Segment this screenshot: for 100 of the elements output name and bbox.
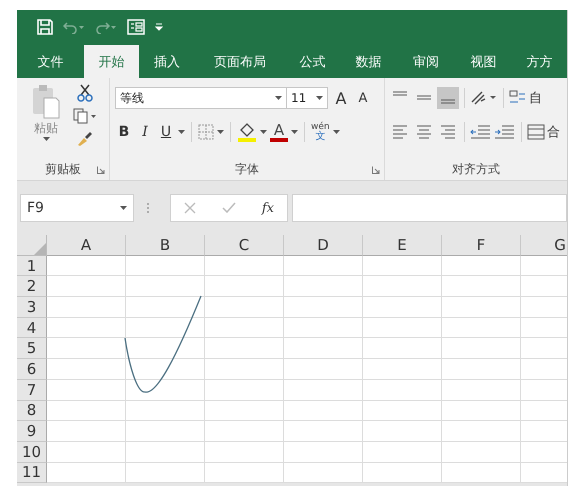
column-header[interactable]: A xyxy=(47,235,126,256)
merge-cells-icon[interactable] xyxy=(527,124,545,140)
table-cell[interactable] xyxy=(47,256,126,276)
formula-input[interactable] xyxy=(292,194,567,222)
row-header[interactable]: 4 xyxy=(17,318,47,338)
table-cell[interactable] xyxy=(126,400,205,422)
border-icon[interactable] xyxy=(198,124,214,140)
table-cell[interactable] xyxy=(442,359,521,380)
table-cell[interactable] xyxy=(284,462,363,484)
column-header[interactable]: E xyxy=(363,235,442,256)
font-size-field[interactable]: 11 xyxy=(286,87,328,109)
redo-icon[interactable] xyxy=(95,20,117,34)
underline-button[interactable]: U xyxy=(157,121,175,143)
table-cell[interactable] xyxy=(47,359,126,380)
table-cell[interactable] xyxy=(363,338,442,360)
table-cell[interactable] xyxy=(284,276,363,298)
column-header[interactable]: F xyxy=(442,235,521,256)
table-cell[interactable] xyxy=(363,442,442,463)
table-cell[interactable] xyxy=(442,256,521,276)
table-cell[interactable] xyxy=(126,462,205,484)
scissors-icon[interactable] xyxy=(77,84,93,102)
row-header[interactable]: 3 xyxy=(17,297,47,318)
table-cell[interactable] xyxy=(205,318,284,338)
name-box[interactable]: F9 xyxy=(20,194,134,222)
row-header[interactable]: 5 xyxy=(17,338,47,360)
table-cell[interactable] xyxy=(126,442,205,463)
ribbon-tab[interactable]: 插入 xyxy=(139,46,195,78)
font-name-field[interactable]: 等线 xyxy=(115,87,287,109)
table-cell[interactable] xyxy=(284,400,363,422)
launcher-icon[interactable] xyxy=(97,166,105,174)
table-cell[interactable] xyxy=(363,359,442,380)
table-cell[interactable] xyxy=(47,276,126,298)
customize-icon[interactable] xyxy=(155,23,163,31)
table-cell[interactable] xyxy=(363,421,442,442)
brush-icon[interactable] xyxy=(77,130,93,146)
cancel-icon[interactable] xyxy=(184,202,196,214)
table-cell[interactable] xyxy=(126,256,205,276)
table-cell[interactable] xyxy=(442,338,521,360)
table-cell[interactable] xyxy=(47,380,126,400)
table-cell[interactable] xyxy=(442,400,521,422)
table-cell[interactable] xyxy=(205,421,284,442)
table-cell[interactable] xyxy=(47,297,126,318)
column-header[interactable]: D xyxy=(284,235,363,256)
italic-button[interactable]: I xyxy=(136,121,154,143)
copy-icon[interactable] xyxy=(73,108,97,124)
table-cell[interactable] xyxy=(126,297,205,318)
row-header[interactable]: 10 xyxy=(17,442,47,463)
wrap-text-label[interactable]: 自 xyxy=(529,89,542,107)
row-header[interactable]: 11 xyxy=(17,462,47,484)
table-cell[interactable] xyxy=(284,318,363,338)
table-cell[interactable] xyxy=(205,338,284,360)
table-cell[interactable] xyxy=(205,462,284,484)
table-cell[interactable] xyxy=(442,276,521,298)
row-header[interactable]: 8 xyxy=(17,400,47,422)
row-header[interactable]: 2 xyxy=(17,276,47,298)
decrease-indent-icon[interactable] xyxy=(470,124,492,140)
bold-button[interactable]: B xyxy=(115,121,133,143)
shrink-font-button[interactable]: A xyxy=(354,87,372,109)
table-cell[interactable] xyxy=(284,338,363,360)
table-cell[interactable] xyxy=(47,442,126,463)
table-cell[interactable] xyxy=(126,421,205,442)
table-cell[interactable] xyxy=(47,421,126,442)
ribbon-tab[interactable]: 公式 xyxy=(285,46,340,78)
table-cell[interactable] xyxy=(284,442,363,463)
row-header[interactable]: 1 xyxy=(17,256,47,276)
table-cell[interactable] xyxy=(47,462,126,484)
table-cell[interactable] xyxy=(442,442,521,463)
phonetic-button[interactable]: wén 文 xyxy=(311,122,330,142)
ribbon-tab[interactable]: 方方 xyxy=(512,46,567,78)
table-cell[interactable] xyxy=(205,380,284,400)
vertical-align-icon[interactable] xyxy=(437,87,459,109)
column-header[interactable]: B xyxy=(126,235,205,256)
merge-label[interactable]: 合 xyxy=(547,123,560,141)
table-cell[interactable] xyxy=(442,318,521,338)
table-cell[interactable] xyxy=(442,462,521,484)
table-cell[interactable] xyxy=(442,297,521,318)
insert-function-button[interactable]: fx xyxy=(262,200,274,216)
table-cell[interactable] xyxy=(205,442,284,463)
grow-font-button[interactable]: A xyxy=(332,87,350,109)
table-cell[interactable] xyxy=(47,318,126,338)
launcher-icon[interactable] xyxy=(372,166,380,174)
paste-icon[interactable] xyxy=(31,84,61,120)
check-icon[interactable] xyxy=(222,202,236,214)
select-all-corner[interactable] xyxy=(17,235,47,256)
table-cell[interactable] xyxy=(363,318,442,338)
table-cell[interactable] xyxy=(442,421,521,442)
table-cell[interactable] xyxy=(363,380,442,400)
table-cell[interactable] xyxy=(284,421,363,442)
table-cell[interactable] xyxy=(363,400,442,422)
table-cell[interactable] xyxy=(126,359,205,380)
table-cell[interactable] xyxy=(363,297,442,318)
table-cell[interactable] xyxy=(205,297,284,318)
table-cell[interactable] xyxy=(284,359,363,380)
table-cell[interactable] xyxy=(284,380,363,400)
ribbon-tab[interactable]: 视图 xyxy=(455,46,512,78)
ribbon-tab[interactable]: 文件 xyxy=(17,46,84,78)
form-icon[interactable] xyxy=(127,19,145,35)
table-cell[interactable] xyxy=(126,318,205,338)
table-cell[interactable] xyxy=(126,276,205,298)
row-header[interactable]: 9 xyxy=(17,421,47,442)
